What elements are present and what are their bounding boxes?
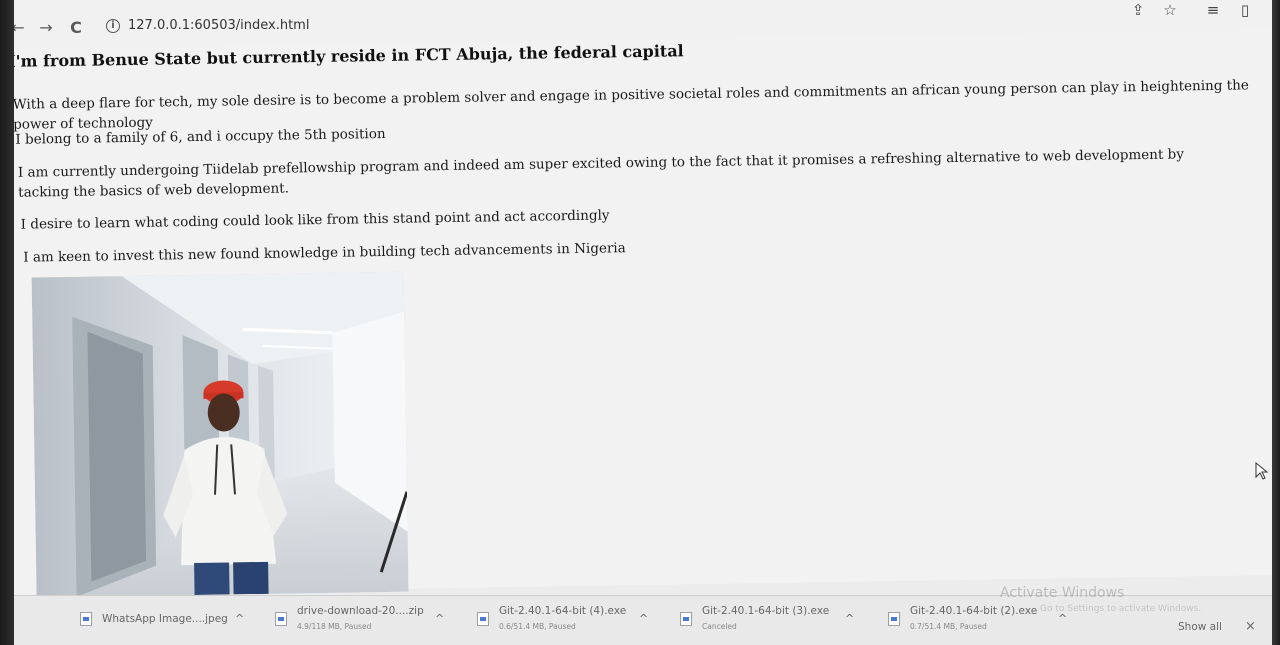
exe-file-icon (680, 612, 692, 626)
paragraph-5: I am keen to invest this new found knowl… (23, 240, 626, 266)
screen-bezel-right (1272, 0, 1280, 645)
download-status: 4.9/118 MB, Paused (297, 622, 372, 631)
paragraph-3: I am currently undergoing Tiidelab prefe… (17, 146, 1185, 201)
web-page: I'm from Benue State but currently resid… (0, 29, 1280, 598)
chevron-up-icon[interactable]: ^ (639, 612, 648, 625)
exe-file-icon (888, 612, 900, 626)
share-icon[interactable]: ⇪ (1128, 0, 1148, 20)
reload-icon[interactable]: C (66, 18, 86, 38)
download-status: Canceled (702, 622, 737, 631)
download-item[interactable]: Git-2.40.1-64-bit (3).exe Canceled ^ (680, 602, 860, 642)
download-status: 0.6/51.4 MB, Paused (499, 622, 576, 631)
reading-list-icon[interactable]: ≡ (1203, 0, 1223, 20)
image-file-icon (80, 612, 92, 626)
download-name: WhatsApp Image....jpeg (102, 613, 228, 625)
profile-photo (31, 271, 409, 598)
paragraph-4: I desire to learn what coding could look… (20, 207, 610, 233)
chevron-up-icon[interactable]: ^ (435, 612, 444, 625)
download-item[interactable]: WhatsApp Image....jpeg ^ (80, 602, 260, 642)
site-info-icon[interactable]: i (106, 19, 120, 33)
download-item[interactable]: Git-2.40.1-64-bit (4).exe 0.6/51.4 MB, P… (477, 602, 657, 642)
activate-windows-hint: Go to Settings to activate Windows. (1040, 604, 1202, 614)
download-status: 0.7/51.4 MB, Paused (910, 622, 987, 631)
forward-arrow-icon[interactable]: → (36, 18, 56, 38)
url-text[interactable]: 127.0.0.1:60503/index.html (128, 18, 309, 33)
chevron-up-icon[interactable]: ^ (235, 612, 244, 625)
download-name: Git-2.40.1-64-bit (4).exe (499, 605, 627, 617)
screen-bezel-left (0, 0, 14, 645)
download-shelf: WhatsApp Image....jpeg ^ drive-download-… (0, 595, 1280, 645)
download-name: Git-2.40.1-64-bit (3).exe (702, 605, 830, 617)
exe-file-icon (477, 612, 489, 626)
activate-windows-watermark: Activate Windows (1000, 585, 1125, 601)
side-panel-icon[interactable]: ▯ (1235, 0, 1255, 20)
download-item[interactable]: drive-download-20....zip 4.9/118 MB, Pau… (275, 602, 455, 642)
zip-file-icon (275, 612, 287, 626)
show-all-downloads-button[interactable]: Show all (1178, 621, 1222, 633)
download-name: Git-2.40.1-64-bit (2).exe (910, 605, 1038, 617)
bookmark-star-icon[interactable]: ☆ (1160, 0, 1180, 20)
chevron-up-icon[interactable]: ^ (845, 612, 854, 625)
screen: ← → C i 127.0.0.1:60503/index.html ⇪ ☆ ≡… (0, 0, 1280, 645)
download-name: drive-download-20....zip (297, 605, 424, 617)
mouse-cursor-icon (1255, 462, 1269, 480)
close-icon[interactable]: × (1245, 619, 1256, 634)
